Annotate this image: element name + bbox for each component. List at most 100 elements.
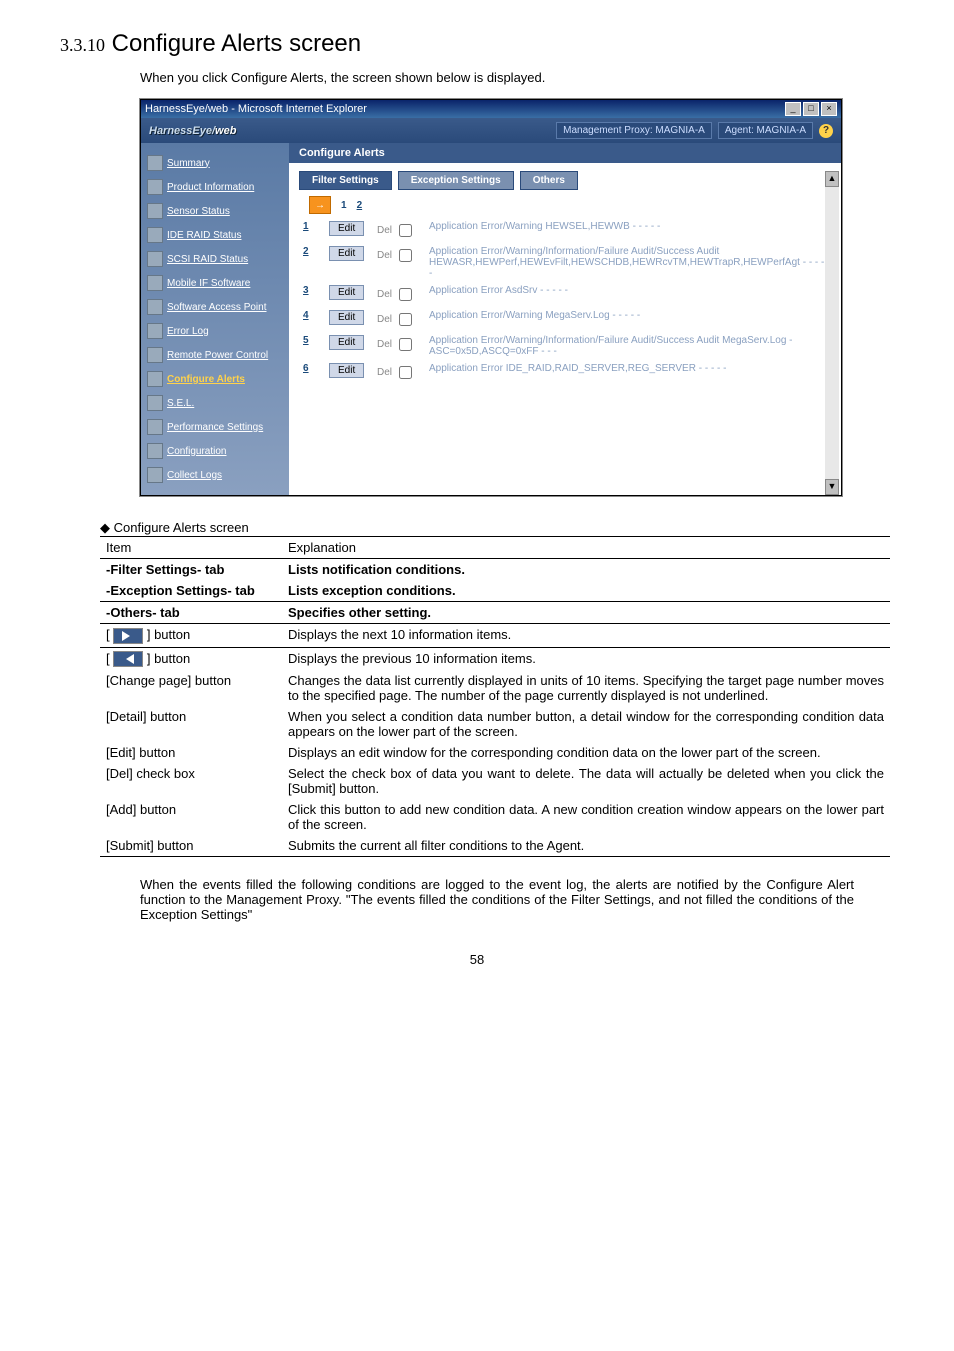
row-description: Application Error AsdSrv - - - - - — [425, 282, 831, 307]
del-checkbox[interactable] — [399, 366, 412, 379]
explain-row: [Del] check boxSelect the check box of d… — [100, 763, 890, 799]
nav-icon — [147, 419, 163, 435]
nav-icon — [147, 323, 163, 339]
nav-icon — [147, 275, 163, 291]
screenshot-window: HarnessEye/web - Microsoft Internet Expl… — [140, 99, 842, 496]
close-button[interactable]: × — [821, 102, 837, 116]
minimize-button[interactable]: _ — [785, 102, 801, 116]
page-2-link[interactable]: 2 — [357, 200, 363, 211]
edit-button[interactable]: Edit — [329, 285, 364, 300]
sidebar-item-label: Configure Alerts — [167, 374, 245, 385]
del-label: Del — [377, 225, 392, 236]
next-page-arrow-icon[interactable]: → — [309, 196, 331, 214]
explain-item: [Edit] button — [100, 742, 282, 763]
explain-item: -Filter Settings- tab — [100, 559, 282, 581]
edit-button[interactable]: Edit — [329, 310, 364, 325]
sidebar-item-label: Remote Power Control — [167, 350, 268, 361]
app-logo: HarnessEye/web — [149, 125, 236, 137]
sidebar-item[interactable]: Configure Alerts — [145, 367, 285, 391]
sidebar-item[interactable]: Software Access Point — [145, 295, 285, 319]
explain-text: When you select a condition data number … — [282, 706, 890, 742]
explain-item: -Others- tab — [100, 602, 282, 624]
explain-row: [ ] buttonDisplays the next 10 informati… — [100, 624, 890, 648]
del-checkbox[interactable] — [399, 338, 412, 351]
nav-icon — [147, 251, 163, 267]
detail-link[interactable]: 6 — [303, 363, 309, 374]
window-controls: _ □ × — [785, 102, 837, 116]
maximize-button[interactable]: □ — [803, 102, 819, 116]
table-row: 3EditDel Application Error AsdSrv - - - … — [299, 282, 831, 307]
scrollbar[interactable]: ▲ ▼ — [825, 171, 839, 495]
edit-button[interactable]: Edit — [329, 246, 364, 261]
explain-row: [Add] buttonClick this button to add new… — [100, 799, 890, 835]
edit-button[interactable]: Edit — [329, 363, 364, 378]
row-description: Application Error/Warning/Information/Fa… — [425, 332, 831, 360]
scroll-up-icon[interactable]: ▲ — [825, 171, 839, 187]
detail-link[interactable]: 4 — [303, 310, 309, 321]
agent-label: Agent: MAGNIA-A — [718, 122, 813, 139]
explain-row: [Detail] buttonWhen you select a conditi… — [100, 706, 890, 742]
explain-item: [ ] button — [100, 647, 282, 670]
footnote: When the events filled the following con… — [140, 877, 854, 922]
table-row: 5EditDel Application Error/Warning/Infor… — [299, 332, 831, 360]
sidebar-item-label: Collect Logs — [167, 470, 222, 481]
sidebar-item[interactable]: Mobile IF Software — [145, 271, 285, 295]
sidebar-item-label: IDE RAID Status — [167, 230, 241, 241]
row-description: Application Error/Warning MegaServ.Log -… — [425, 307, 831, 332]
scroll-down-icon[interactable]: ▼ — [825, 479, 839, 495]
sidebar-item[interactable]: IDE RAID Status — [145, 223, 285, 247]
page-1-link[interactable]: 1 — [341, 200, 347, 211]
sidebar-item[interactable]: Sensor Status — [145, 199, 285, 223]
help-icon[interactable]: ? — [819, 124, 833, 138]
del-checkbox[interactable] — [399, 249, 412, 262]
del-checkbox[interactable] — [399, 288, 412, 301]
sidebar: SummaryProduct Information Sensor Status I… — [141, 143, 289, 495]
nav-icon — [147, 227, 163, 243]
detail-link[interactable]: 2 — [303, 246, 309, 257]
explain-item: [Del] check box — [100, 763, 282, 799]
col-item: Item — [100, 537, 282, 559]
nav-icon — [147, 443, 163, 459]
sidebar-item-label: Sensor Status — [167, 206, 230, 217]
sidebar-item[interactable]: Configuration — [145, 439, 285, 463]
explain-item: [Change page] button — [100, 670, 282, 706]
del-checkbox[interactable] — [399, 224, 412, 237]
sidebar-item[interactable]: Error Log — [145, 319, 285, 343]
tab-exception-settings[interactable]: Exception Settings — [398, 171, 514, 190]
sidebar-item-label: Performance Settings — [167, 422, 263, 433]
sidebar-item-label: Configuration — [167, 446, 226, 457]
table-row: 1 Edit Del Application Error/Warning HEWSE… — [299, 218, 831, 243]
explain-item: [Submit] button — [100, 835, 282, 857]
page-heading: 3.3.10 Configure Alerts screen — [60, 30, 894, 58]
heading-text: Configure Alerts screen — [112, 30, 361, 57]
sidebar-item[interactable]: Remote Power Control — [145, 343, 285, 367]
sidebar-item[interactable]: SCSI RAID Status — [145, 247, 285, 271]
explain-item: -Exception Settings- tab — [100, 580, 282, 602]
sidebar-item[interactable]: Product Information — [145, 175, 285, 199]
sidebar-item[interactable]: Summary — [145, 151, 285, 175]
explain-text: Displays the previous 10 information ite… — [282, 647, 890, 670]
row-description: Application Error/Warning HEWSEL,HEWWB -… — [425, 218, 831, 243]
explain-text: Displays the next 10 information items. — [282, 624, 890, 648]
explain-text: Displays an edit window for the correspo… — [282, 742, 890, 763]
sidebar-item-label: Software Access Point — [167, 302, 267, 313]
app-body: SummaryProduct Information Sensor Status I… — [141, 143, 841, 495]
sidebar-item[interactable]: Performance Settings — [145, 415, 285, 439]
arrow-right-icon — [113, 628, 143, 644]
nav-icon — [147, 203, 163, 219]
explain-item: [Detail] button — [100, 706, 282, 742]
detail-link[interactable]: 5 — [303, 335, 309, 346]
explanation-table: Item Explanation -Filter Settings- tabLi… — [100, 536, 890, 857]
sidebar-item[interactable]: S.E.L. — [145, 391, 285, 415]
heading-number: 3.3.10 — [60, 35, 105, 55]
edit-button[interactable]: Edit — [329, 221, 364, 236]
sidebar-item-label: Error Log — [167, 326, 209, 337]
logo-part1: HarnessEye/ — [149, 125, 215, 137]
tab-others[interactable]: Others — [520, 171, 578, 190]
sidebar-item[interactable]: Collect Logs — [145, 463, 285, 487]
tab-filter-settings[interactable]: Filter Settings — [299, 171, 392, 190]
edit-button[interactable]: Edit — [329, 335, 364, 350]
detail-link[interactable]: 3 — [303, 285, 309, 296]
del-checkbox[interactable] — [399, 313, 412, 326]
detail-link[interactable]: 1 — [303, 221, 309, 232]
